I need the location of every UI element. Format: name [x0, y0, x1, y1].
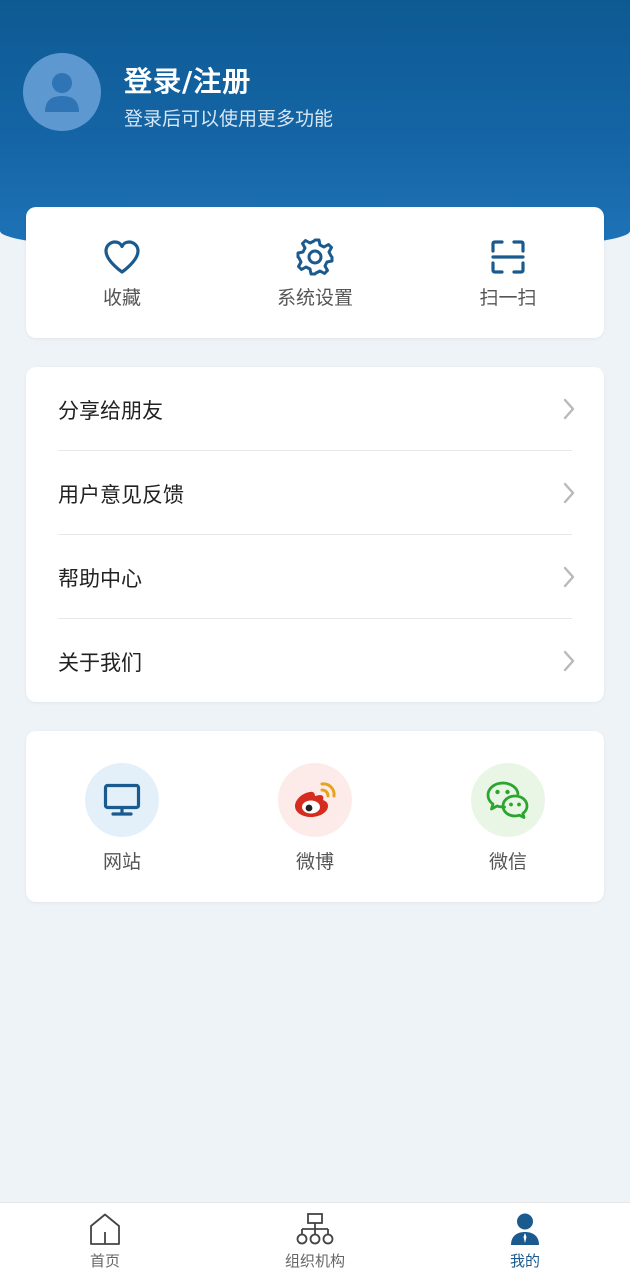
chevron-right-icon — [563, 482, 575, 504]
org-chart-icon — [296, 1213, 334, 1245]
login-register-link[interactable]: 登录/注册 — [124, 60, 251, 100]
menu-item-label: 用户意见反馈 — [58, 483, 184, 507]
quick-actions-card: 收藏 系统设置 扫一扫 — [26, 207, 604, 338]
social-weibo[interactable]: 微博 — [219, 763, 411, 874]
avatar-person-icon — [45, 73, 79, 112]
user-icon — [511, 1213, 539, 1245]
menu-item-label: 分享给朋友 — [58, 399, 163, 423]
scan-icon — [491, 240, 525, 274]
wechat-circle — [471, 763, 545, 837]
quick-action-label: 收藏 — [102, 287, 141, 309]
menu-item-label: 关于我们 — [58, 651, 142, 675]
chevron-right-icon — [563, 650, 575, 672]
tab-label: 组织机构 — [284, 1252, 345, 1270]
tab-organization[interactable]: 组织机构 — [210, 1203, 420, 1280]
menu-item-about[interactable]: 关于我们 — [26, 619, 604, 703]
heart-icon — [104, 240, 140, 274]
gear-icon — [296, 238, 334, 276]
avatar[interactable] — [23, 53, 101, 131]
website-circle — [85, 763, 159, 837]
menu-item-label: 帮助中心 — [58, 567, 142, 591]
social-label: 微信 — [488, 851, 527, 873]
tab-label: 首页 — [89, 1252, 120, 1270]
quick-action-settings[interactable]: 系统设置 — [219, 207, 411, 338]
login-hint: 登录后可以使用更多功能 — [124, 108, 334, 130]
menu-item-help[interactable]: 帮助中心 — [26, 535, 604, 619]
social-wechat[interactable]: 微信 — [412, 763, 604, 874]
social-website[interactable]: 网站 — [26, 763, 218, 874]
chevron-right-icon — [563, 398, 575, 420]
weibo-circle — [278, 763, 352, 837]
quick-action-favorites[interactable]: 收藏 — [26, 207, 218, 338]
bottom-tab-bar: 首页 组织机构 我的 — [0, 1202, 630, 1280]
social-links-card: 网站 微博 微信 — [26, 731, 604, 902]
home-icon — [90, 1213, 120, 1245]
menu-item-share[interactable]: 分享给朋友 — [26, 367, 604, 451]
chevron-right-icon — [563, 566, 575, 588]
social-label: 微博 — [295, 851, 334, 873]
menu-list: 分享给朋友 用户意见反馈 帮助中心 关于我们 — [26, 367, 604, 702]
tab-label: 我的 — [509, 1252, 540, 1270]
quick-action-label: 系统设置 — [276, 287, 353, 309]
wechat-icon — [486, 781, 529, 819]
quick-action-label: 扫一扫 — [479, 287, 537, 309]
menu-item-feedback[interactable]: 用户意见反馈 — [26, 451, 604, 535]
tab-mine[interactable]: 我的 — [420, 1203, 630, 1280]
social-label: 网站 — [102, 851, 141, 873]
quick-action-scan[interactable]: 扫一扫 — [412, 207, 604, 338]
tab-home[interactable]: 首页 — [0, 1203, 210, 1280]
monitor-icon — [103, 783, 141, 816]
weibo-icon — [295, 782, 336, 817]
